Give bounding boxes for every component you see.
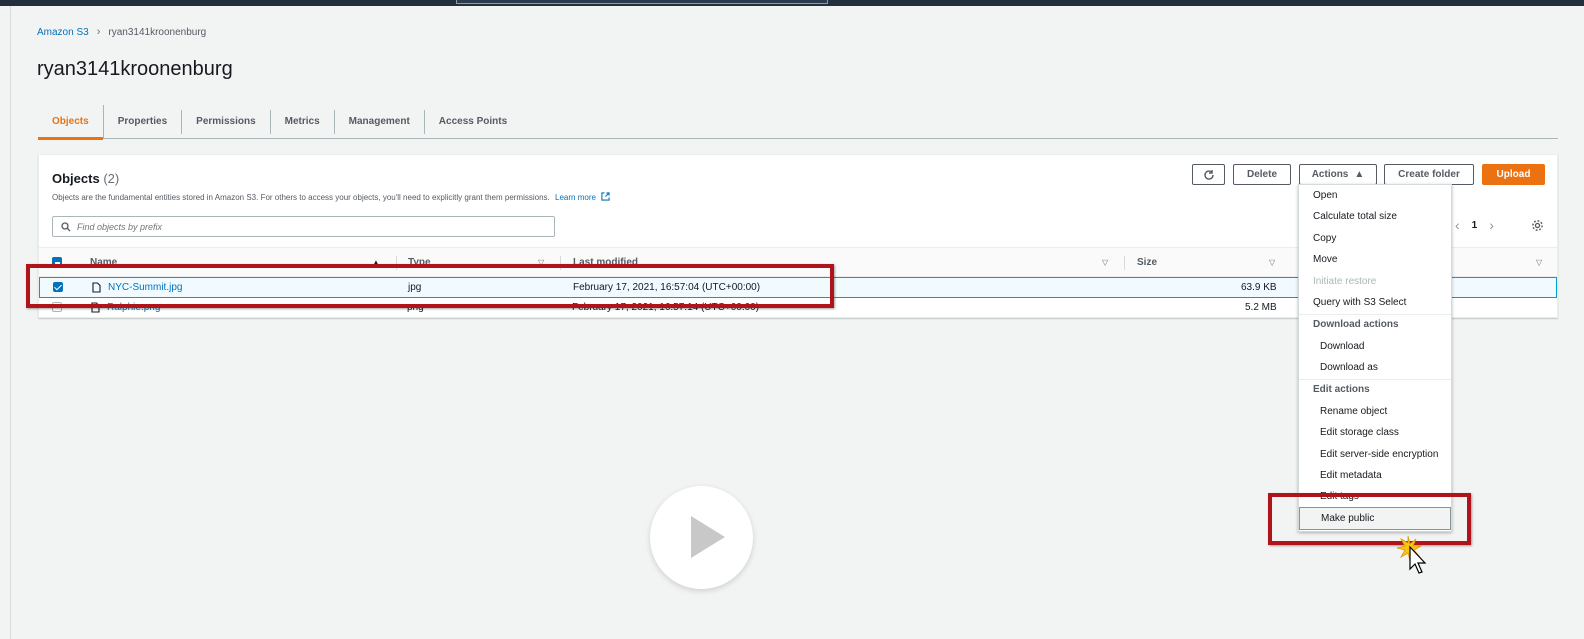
menu-item-download-as[interactable]: Download as xyxy=(1320,362,1378,373)
page-title: ryan3141kroonenburg xyxy=(37,58,233,80)
tab-permissions[interactable]: Permissions xyxy=(182,109,271,134)
gear-icon[interactable] xyxy=(1531,219,1544,232)
column-size[interactable]: Size xyxy=(1137,257,1157,268)
download-actions-header: Download actions xyxy=(1313,319,1399,330)
menu-item-edit-encryption[interactable]: Edit server-side encryption xyxy=(1320,449,1438,460)
objects-description: Objects are the fundamental entities sto… xyxy=(52,192,610,202)
sort-icon[interactable]: ▽ xyxy=(1536,258,1542,267)
next-page-icon[interactable]: › xyxy=(1489,217,1494,233)
learn-more-link[interactable]: Learn more xyxy=(555,193,596,202)
highlight-box-selected-row xyxy=(26,264,834,308)
external-link-icon[interactable] xyxy=(601,192,610,201)
menu-item-copy[interactable]: Copy xyxy=(1313,233,1336,244)
menu-item-open[interactable]: Open xyxy=(1313,190,1337,201)
tab-management[interactable]: Management xyxy=(335,109,425,134)
menu-divider xyxy=(1299,314,1451,315)
tab-objects[interactable]: Objects xyxy=(38,104,104,140)
breadcrumb-current: ryan3141kroonenburg xyxy=(108,26,207,38)
search-icon xyxy=(61,221,71,231)
prev-page-icon[interactable]: ‹ xyxy=(1455,217,1460,233)
breadcrumb-amazon-s3[interactable]: Amazon S3 xyxy=(37,27,89,38)
refresh-icon xyxy=(1203,169,1214,180)
edit-actions-header: Edit actions xyxy=(1313,384,1370,395)
sort-icon[interactable]: ▽ xyxy=(1102,258,1108,267)
create-folder-button[interactable]: Create folder xyxy=(1384,164,1474,185)
column-divider xyxy=(1124,256,1125,270)
breadcrumb: Amazon S3 › ryan3141kroonenburg xyxy=(37,26,206,38)
description-text: Objects are the fundamental entities sto… xyxy=(52,193,550,202)
actions-button[interactable]: Actions ▲ xyxy=(1299,164,1377,185)
tab-metrics[interactable]: Metrics xyxy=(271,109,335,134)
upload-button[interactable]: Upload xyxy=(1482,164,1545,185)
cursor-icon xyxy=(1396,535,1427,574)
chevron-right-icon: › xyxy=(96,26,101,38)
highlight-box-make-public xyxy=(1268,493,1471,545)
menu-item-edit-storage-class[interactable]: Edit storage class xyxy=(1320,427,1399,438)
menu-item-download[interactable]: Download xyxy=(1320,341,1364,352)
delete-button[interactable]: Delete xyxy=(1233,164,1291,185)
objects-title: Objects xyxy=(52,171,100,186)
page-number[interactable]: 1 xyxy=(1472,220,1478,231)
left-divider xyxy=(10,6,11,639)
menu-item-query-s3-select[interactable]: Query with S3 Select xyxy=(1313,297,1406,308)
actions-menu: Open Calculate total size Copy Move Init… xyxy=(1298,184,1452,532)
console-search-edge[interactable] xyxy=(456,0,828,4)
top-nav-bar xyxy=(0,0,1584,6)
search-field[interactable] xyxy=(52,216,555,237)
sort-icon[interactable]: ▽ xyxy=(1269,258,1275,267)
tab-bar: Objects Properties Permissions Metrics M… xyxy=(38,104,1558,140)
objects-count: (2) xyxy=(103,171,120,186)
menu-item-initiate-restore: Initiate restore xyxy=(1313,276,1377,287)
objects-heading: Objects (2) xyxy=(52,171,119,186)
refresh-button[interactable] xyxy=(1192,164,1225,185)
menu-item-calculate-total-size[interactable]: Calculate total size xyxy=(1313,211,1397,222)
object-size: 63.9 KB xyxy=(1241,282,1277,293)
tab-access-points[interactable]: Access Points xyxy=(425,110,521,134)
actions-label: Actions xyxy=(1311,169,1349,180)
menu-item-edit-metadata[interactable]: Edit metadata xyxy=(1320,470,1382,481)
play-icon[interactable] xyxy=(650,486,753,589)
menu-item-move[interactable]: Move xyxy=(1313,254,1337,265)
object-size: 5.2 MB xyxy=(1245,302,1277,313)
search-input[interactable] xyxy=(77,221,497,232)
menu-item-rename-object[interactable]: Rename object xyxy=(1320,406,1387,417)
pagination: ‹ 1 › xyxy=(1455,217,1494,233)
tab-properties[interactable]: Properties xyxy=(104,109,183,134)
menu-divider xyxy=(1299,379,1451,380)
caret-up-icon: ▲ xyxy=(1354,169,1365,180)
